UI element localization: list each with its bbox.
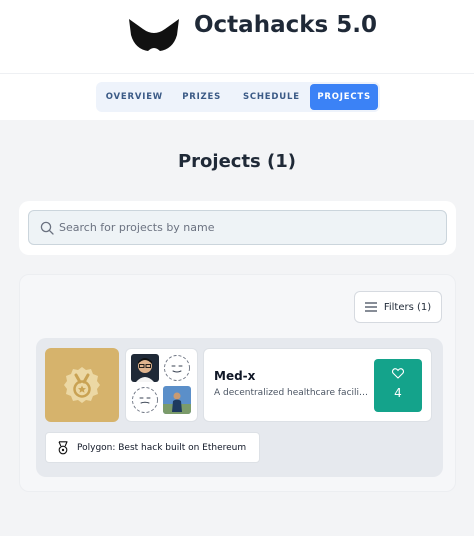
filters-button[interactable]: Filters (1) (354, 291, 442, 323)
tab-overview[interactable]: OVERVIEW (98, 84, 171, 110)
project-description: A decentralized healthcare facilit... (214, 388, 369, 398)
project-name[interactable]: Med-x (214, 369, 255, 383)
project-card[interactable]: Med-x A decentralized healthcare facilit… (36, 338, 443, 477)
avatar[interactable] (163, 386, 191, 414)
tab-list: OVERVIEW PRIZES SCHEDULE PROJECTS (96, 82, 380, 112)
search-input[interactable] (59, 211, 439, 244)
project-info[interactable]: Med-x A decentralized healthcare facilit… (203, 348, 432, 422)
tab-schedule[interactable]: SCHEDULE (233, 84, 311, 110)
results-panel: Filters (1) Med-x A decentralized health… (19, 274, 456, 492)
tab-prizes[interactable]: PRIZES (171, 84, 233, 110)
prize-badge-tile (45, 348, 119, 422)
medal-icon (58, 440, 68, 454)
filter-lines-icon (364, 302, 377, 312)
octahacks-logo-icon[interactable] (127, 15, 181, 53)
search-box[interactable] (28, 210, 447, 245)
app-title: Octahacks 5.0 (194, 12, 377, 38)
avatar[interactable] (163, 354, 191, 382)
search-card (19, 201, 456, 255)
like-count: 4 (394, 386, 402, 400)
prize-chip: Polygon: Best hack built on Ethereum (45, 432, 260, 463)
tab-projects[interactable]: PROJECTS (310, 84, 378, 110)
page-title: Projects (1) (177, 151, 297, 172)
header: Octahacks 5.0 (0, 0, 474, 74)
nav-bar: OVERVIEW PRIZES SCHEDULE PROJECTS (0, 74, 474, 120)
avatar[interactable] (131, 354, 159, 382)
like-button[interactable]: 4 (374, 359, 422, 412)
search-icon (40, 221, 54, 235)
filters-label: Filters (1) (383, 301, 432, 313)
team-avatars (125, 348, 198, 422)
award-medal-icon (64, 367, 100, 403)
main-content: Projects (1) Filters (1) (0, 120, 474, 536)
heart-icon (392, 368, 404, 379)
avatar[interactable] (131, 386, 159, 414)
prize-chip-label: Polygon: Best hack built on Ethereum (77, 442, 247, 453)
